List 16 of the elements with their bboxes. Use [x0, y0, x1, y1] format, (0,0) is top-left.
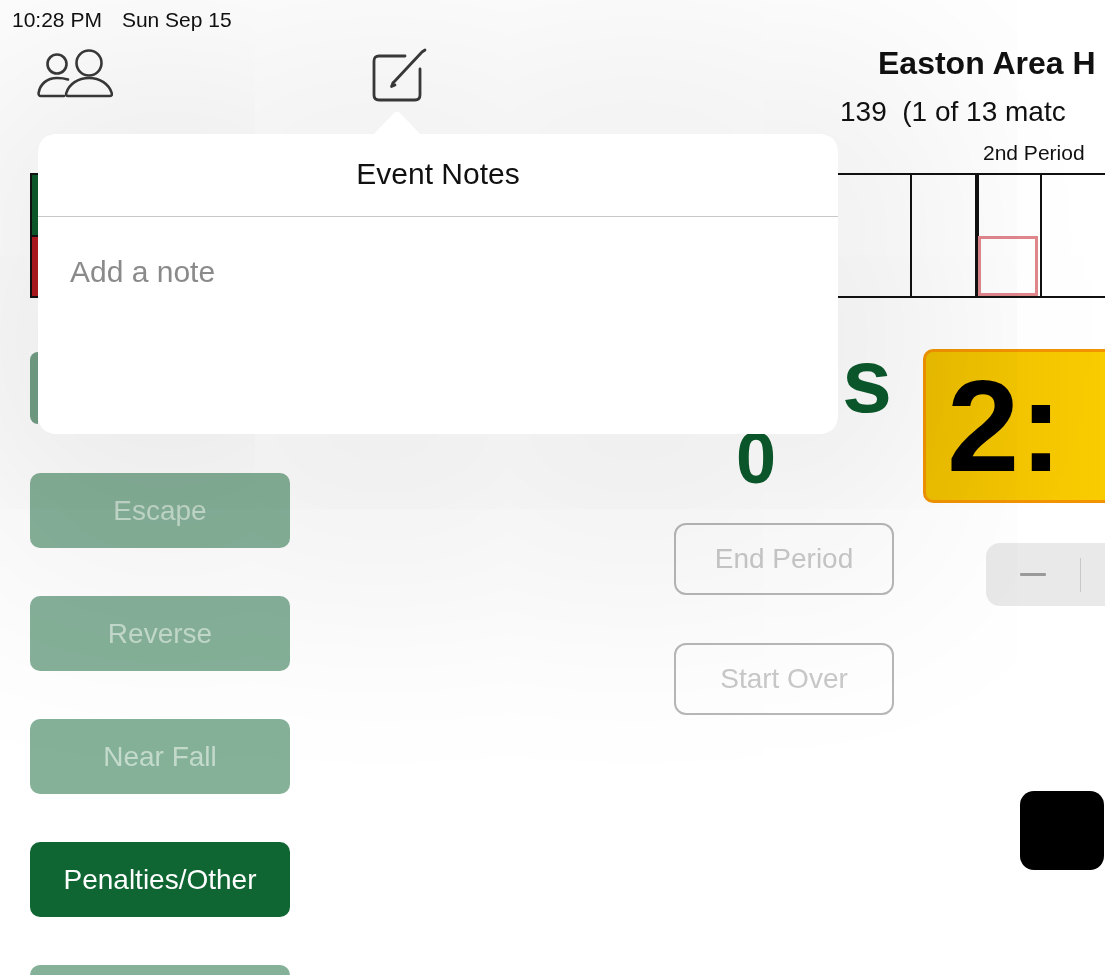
score-action-button[interactable]: Penalties/Other [30, 842, 290, 917]
status-date: Sun Sep 15 [121, 7, 232, 33]
minus-icon [1020, 573, 1046, 576]
status-time: 10:28 PM [12, 7, 102, 33]
match-info: 139 (1 of 13 matc [840, 95, 1067, 129]
popover-title: Event Notes [356, 157, 520, 191]
square-icon [1020, 791, 1104, 870]
event-title: Easton Area H [878, 44, 1097, 83]
period-label: 2nd Period [983, 140, 1086, 166]
people-icon [37, 48, 113, 98]
timer-display: 2: [923, 349, 1105, 503]
score-label: s [842, 338, 893, 424]
people-button[interactable] [37, 48, 113, 98]
compose-button[interactable] [372, 47, 428, 102]
cell-marker-icon [978, 235, 1038, 296]
compose-icon [372, 47, 428, 102]
